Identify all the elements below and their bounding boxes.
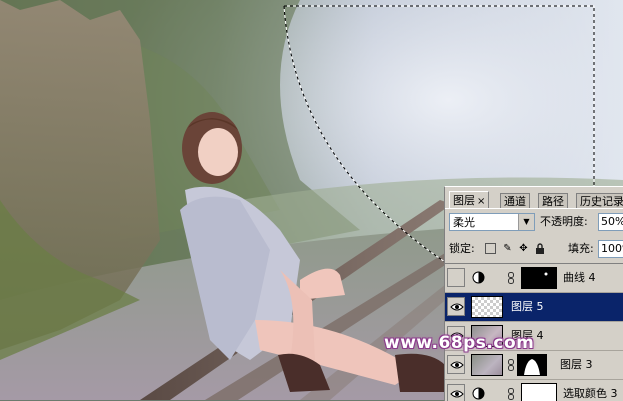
- close-icon[interactable]: ×: [477, 196, 485, 207]
- move-icon[interactable]: ✥: [518, 243, 529, 254]
- visibility-toggle[interactable]: [447, 297, 465, 316]
- fill-value: 100%: [601, 242, 623, 255]
- blend-mode-value: 柔光: [453, 216, 475, 229]
- lock-row: 锁定: ✎ ✥ 填充: 100%: [447, 240, 623, 260]
- blend-row: 柔光 ▼ 不透明度: 50%: [447, 213, 623, 233]
- fill-label: 填充:: [568, 242, 594, 255]
- chevron-down-icon[interactable]: ▼: [518, 214, 534, 230]
- adjustment-layer-icon: [472, 271, 485, 284]
- layer-name[interactable]: 图层 3: [560, 358, 593, 371]
- tab-channels[interactable]: 通道: [500, 193, 530, 209]
- layer-mask-thumbnail[interactable]: [517, 354, 547, 376]
- layer-thumbnail[interactable]: [471, 296, 503, 318]
- watermark: www.68ps.com: [384, 333, 535, 353]
- opacity-value: 50%: [601, 215, 623, 228]
- tab-paths[interactable]: 路径: [538, 193, 568, 209]
- layer-name[interactable]: 曲线 4: [563, 271, 596, 284]
- eye-icon: [450, 303, 464, 311]
- layer-mask-thumbnail[interactable]: [521, 267, 557, 289]
- layer-row-curves-4[interactable]: 曲线 4: [445, 264, 623, 293]
- layers-panel: 图层× 通道 路径 历史记录 柔光 ▼ 不透明度: 50% 锁定: ✎ ✥ 填充…: [444, 186, 623, 401]
- link-chain-icon: [507, 388, 515, 400]
- layer-row-layer-5[interactable]: 图层 5: [445, 293, 623, 322]
- opacity-input[interactable]: 50%: [598, 213, 623, 231]
- lock-label: 锁定:: [449, 242, 475, 255]
- visibility-toggle[interactable]: [447, 355, 465, 374]
- link-chain-icon: [507, 359, 515, 371]
- opacity-label: 不透明度:: [540, 215, 588, 228]
- link-chain-icon: [507, 272, 515, 284]
- tab-channels-label: 通道: [504, 195, 526, 208]
- fill-input[interactable]: 100%: [598, 240, 623, 258]
- lock-transparency-icon[interactable]: [485, 243, 496, 254]
- panel-tabs: 图层 × 通道 路径 历史记录: [445, 191, 623, 209]
- layers-list[interactable]: 曲线 4 图层 5 图层 4 图层 3 选取颜色 3: [445, 263, 623, 401]
- tab-divider: [445, 208, 623, 209]
- visibility-toggle[interactable]: [447, 384, 465, 401]
- lock-icon[interactable]: [534, 243, 545, 254]
- layer-row-layer-3[interactable]: 图层 3: [445, 351, 623, 380]
- eye-icon: [450, 361, 464, 369]
- tab-history-label: 历史记录: [580, 195, 623, 208]
- eye-icon: [450, 390, 464, 398]
- tab-paths-label: 路径: [542, 195, 564, 208]
- layer-name[interactable]: 图层 5: [511, 300, 544, 313]
- tab-layers[interactable]: 图层 ×: [449, 191, 490, 209]
- layer-thumbnail[interactable]: [471, 354, 503, 376]
- tab-history[interactable]: 历史记录: [576, 193, 623, 209]
- brush-icon[interactable]: ✎: [502, 243, 513, 254]
- adjustment-layer-icon: [472, 387, 485, 400]
- layer-mask-thumbnail[interactable]: [521, 383, 557, 401]
- blend-mode-select[interactable]: 柔光 ▼: [449, 213, 535, 231]
- tab-layers-label: 图层: [453, 194, 475, 207]
- layer-row-selective-color-3[interactable]: 选取颜色 3: [445, 380, 623, 401]
- layer-name[interactable]: 选取颜色 3: [563, 387, 618, 400]
- visibility-toggle[interactable]: [447, 268, 465, 287]
